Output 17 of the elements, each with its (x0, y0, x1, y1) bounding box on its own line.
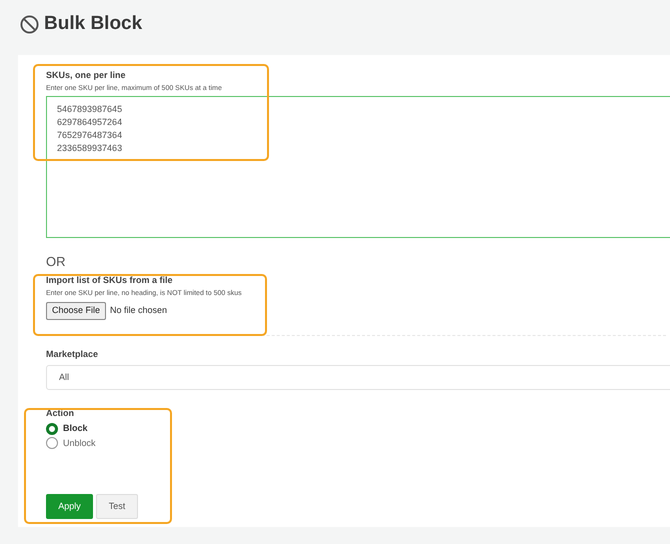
radio-button[interactable] (46, 437, 58, 450)
sku-text-area[interactable]: 5467893987645 6297864957264 7652976487364 2336589937463 (46, 96, 670, 238)
page-title: Bulk Block (44, 12, 142, 36)
field-label: Marketplace (46, 348, 100, 360)
test-button[interactable]: Test (96, 494, 138, 519)
choose-file-button[interactable]: Choose File (46, 302, 106, 320)
field-label: Action (46, 407, 75, 419)
prohibited-icon (20, 15, 39, 34)
radio-button[interactable] (46, 422, 58, 435)
apply-button[interactable]: Apply (46, 494, 93, 519)
marketplace-select[interactable]: All (46, 365, 670, 390)
field-label: SKUs, one per line (46, 69, 127, 81)
field-label: Import list of SKUs from a file (46, 274, 174, 286)
or-separator: OR (46, 254, 66, 270)
radio-label: Block (63, 422, 88, 435)
radio-label: Unblock (63, 436, 96, 450)
file-status: No file chosen (110, 304, 168, 318)
